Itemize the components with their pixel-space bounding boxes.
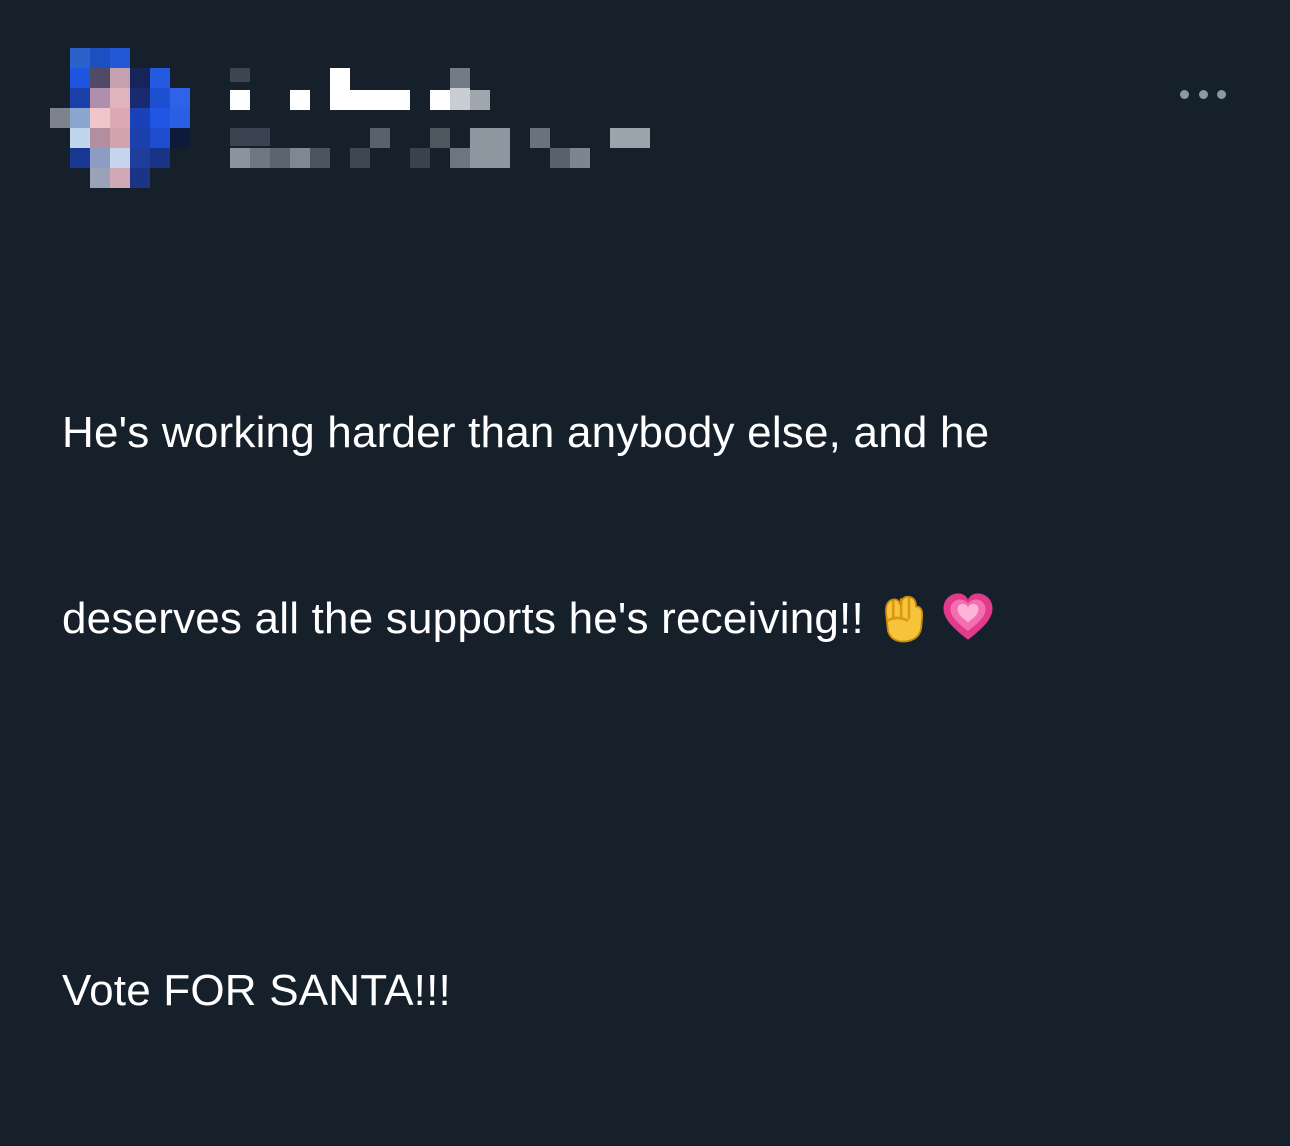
post-text-line-2: deserves all the supports he's receiving… [62, 588, 1242, 650]
post-card: He's working harder than anybody else, a… [0, 0, 1290, 1015]
post-text: He's working harder than anybody else, a… [62, 278, 1242, 1146]
author-handle-pixelated[interactable] [230, 128, 660, 168]
post-text-line-1: He's working harder than anybody else, a… [62, 408, 990, 457]
growing-heart-emoji-icon [943, 593, 993, 641]
post-text-line-3: Vote FOR SANTA!!! [62, 966, 451, 1015]
author-avatar[interactable] [50, 48, 212, 190]
raised-fist-emoji-icon [884, 596, 923, 643]
author-name-pixelated[interactable] [230, 68, 510, 110]
more-options-button[interactable] [1180, 84, 1226, 104]
more-options-icon [1180, 89, 1189, 99]
post-text-blank-line [62, 774, 1242, 836]
